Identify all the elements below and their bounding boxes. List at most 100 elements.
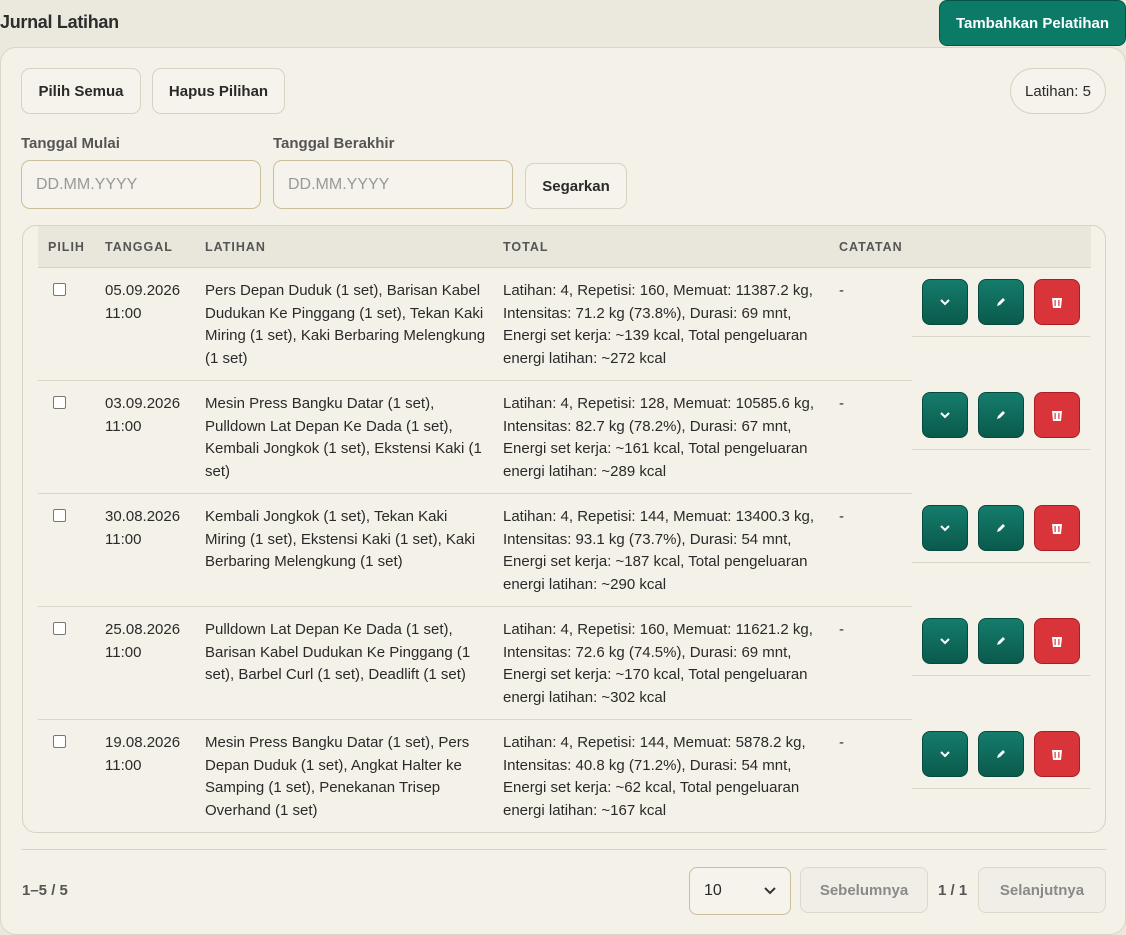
chevron-down-icon <box>940 637 950 644</box>
row-date-time: 11:00 <box>105 530 142 548</box>
col-notes: CATATAN <box>839 240 903 254</box>
select-all-button[interactable]: Pilih Semua <box>21 68 141 114</box>
row-date: 19.08.2026 11:00 <box>105 732 195 777</box>
edit-button[interactable] <box>978 392 1024 438</box>
page-indicator: 1 / 1 <box>938 882 968 899</box>
prev-page-button[interactable]: Sebelumnya <box>800 867 928 913</box>
chevron-down-icon <box>940 411 950 418</box>
row-date-day: 30.08.2026 <box>105 508 181 525</box>
table-row: 19.08.2026 11:00 Mesin Press Bangku Data… <box>38 720 1091 833</box>
chevron-down-icon <box>940 524 950 531</box>
table-header: PILIH TANGGAL LATIHAN TOTAL CATATAN <box>38 226 1091 268</box>
row-date-time: 11:00 <box>105 417 142 435</box>
end-date-input[interactable] <box>273 160 513 209</box>
start-date-label: Tanggal Mulai <box>21 135 120 152</box>
pencil-icon <box>997 298 1005 306</box>
pagination-range: 1–5 / 5 <box>22 882 68 899</box>
row-notes: - <box>839 734 844 751</box>
add-workout-button[interactable]: Tambahkan Pelatihan <box>939 0 1126 46</box>
footer-divider <box>22 849 1106 850</box>
trash-icon <box>1052 749 1062 760</box>
delete-button[interactable] <box>1034 505 1080 551</box>
row-divider <box>38 832 912 833</box>
journal-card: Pilih Semua Hapus Pilihan Latihan: 5 Tan… <box>0 47 1126 935</box>
row-exercises: Pulldown Lat Depan Ke Dada (1 set), Bari… <box>205 621 471 683</box>
page-title: Jurnal Latihan <box>0 12 119 32</box>
row-total: Latihan: 4, Repetisi: 128, Memuat: 10585… <box>503 395 815 480</box>
chevron-down-icon <box>940 750 950 757</box>
pencil-icon <box>997 524 1005 532</box>
edit-button[interactable] <box>978 731 1024 777</box>
clear-selection-button[interactable]: Hapus Pilihan <box>152 68 285 114</box>
trash-icon <box>1052 636 1062 647</box>
col-total: TOTAL <box>503 240 549 254</box>
row-exercises: Pers Depan Duduk (1 set), Barisan Kabel … <box>205 282 486 367</box>
row-date-time: 11:00 <box>105 643 142 661</box>
delete-button[interactable] <box>1034 731 1080 777</box>
row-date: 05.09.2026 11:00 <box>105 280 195 325</box>
delete-button[interactable] <box>1034 279 1080 325</box>
trash-icon <box>1052 410 1062 421</box>
row-notes: - <box>839 621 844 638</box>
row-date: 30.08.2026 11:00 <box>105 506 195 551</box>
col-select: PILIH <box>48 240 85 254</box>
row-checkbox[interactable] <box>53 396 66 409</box>
row-total: Latihan: 4, Repetisi: 160, Memuat: 11621… <box>503 621 813 706</box>
page-size-value: 10 <box>704 882 722 899</box>
delete-button[interactable] <box>1034 392 1080 438</box>
row-checkbox[interactable] <box>53 509 66 522</box>
row-date-time: 11:00 <box>105 756 142 774</box>
trash-icon <box>1052 297 1062 308</box>
row-total: Latihan: 4, Repetisi: 144, Memuat: 5878.… <box>503 734 806 819</box>
col-exercises: LATIHAN <box>205 240 266 254</box>
chevron-down-icon <box>764 887 776 895</box>
expand-button[interactable] <box>922 731 968 777</box>
refresh-button[interactable]: Segarkan <box>525 163 627 209</box>
end-date-label: Tanggal Berakhir <box>273 135 395 152</box>
table-row: 30.08.2026 11:00 Kembali Jongkok (1 set)… <box>38 494 1091 607</box>
col-date: TANGGAL <box>105 240 173 254</box>
actions-divider <box>912 788 1090 789</box>
start-date-input[interactable] <box>21 160 261 209</box>
row-notes: - <box>839 395 844 412</box>
row-date-time: 11:00 <box>105 304 142 322</box>
table-row: 25.08.2026 11:00 Pulldown Lat Depan Ke D… <box>38 607 1091 720</box>
pencil-icon <box>997 411 1005 419</box>
expand-button[interactable] <box>922 392 968 438</box>
row-exercises: Mesin Press Bangku Datar (1 set), Pulldo… <box>205 395 482 480</box>
row-date: 03.09.2026 11:00 <box>105 393 195 438</box>
next-page-button[interactable]: Selanjutnya <box>978 867 1106 913</box>
edit-button[interactable] <box>978 505 1024 551</box>
actions-divider <box>912 562 1090 563</box>
row-checkbox[interactable] <box>53 283 66 296</box>
expand-button[interactable] <box>922 505 968 551</box>
actions-divider <box>912 675 1090 676</box>
workout-table: PILIH TANGGAL LATIHAN TOTAL CATATAN 05.0… <box>22 225 1106 833</box>
delete-button[interactable] <box>1034 618 1080 664</box>
row-total: Latihan: 4, Repetisi: 160, Memuat: 11387… <box>503 282 813 367</box>
row-checkbox[interactable] <box>53 735 66 748</box>
pencil-icon <box>997 750 1005 758</box>
row-date-day: 19.08.2026 <box>105 734 181 751</box>
row-exercises: Mesin Press Bangku Datar (1 set), Pers D… <box>205 734 470 819</box>
workout-count-badge: Latihan: 5 <box>1010 68 1106 114</box>
pencil-icon <box>997 637 1005 645</box>
row-date-day: 05.09.2026 <box>105 282 181 299</box>
row-date: 25.08.2026 11:00 <box>105 619 195 664</box>
actions-divider <box>912 449 1090 450</box>
row-checkbox[interactable] <box>53 622 66 635</box>
row-date-day: 25.08.2026 <box>105 621 181 638</box>
trash-icon <box>1052 523 1062 534</box>
row-date-day: 03.09.2026 <box>105 395 181 412</box>
actions-divider <box>912 336 1090 337</box>
edit-button[interactable] <box>978 279 1024 325</box>
page-size-select[interactable]: 10 <box>689 867 791 915</box>
expand-button[interactable] <box>922 279 968 325</box>
edit-button[interactable] <box>978 618 1024 664</box>
chevron-down-icon <box>940 298 950 305</box>
expand-button[interactable] <box>922 618 968 664</box>
row-notes: - <box>839 282 844 299</box>
row-exercises: Kembali Jongkok (1 set), Tekan Kaki Miri… <box>205 508 476 570</box>
row-total: Latihan: 4, Repetisi: 144, Memuat: 13400… <box>503 508 815 593</box>
row-notes: - <box>839 508 844 525</box>
